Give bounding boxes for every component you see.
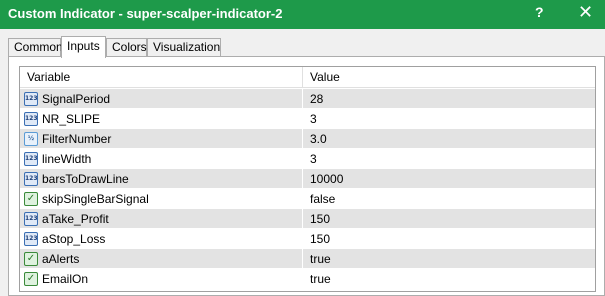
table-row[interactable]: 123 barsToDrawLine 10000 <box>20 169 595 189</box>
variable-value[interactable]: true <box>310 249 331 269</box>
variable-name: FilterNumber <box>42 132 112 146</box>
variable-name: lineWidth <box>42 152 92 166</box>
column-divider <box>302 169 303 189</box>
variable-value[interactable]: 150 <box>310 209 330 229</box>
dialog-body: Common Inputs Colors Visualization Varia… <box>0 29 605 296</box>
tab-visualization[interactable]: Visualization <box>147 38 221 57</box>
inputs-grid: Variable Value 123 SignalPeriod 28 123 NR_SL… <box>19 66 596 292</box>
variable-name: EmailOn <box>42 272 89 286</box>
variable-value[interactable]: 3.0 <box>310 129 327 149</box>
table-row[interactable]: ✓ skipSingleBarSignal false <box>20 189 595 209</box>
tab-inputs[interactable]: Inputs <box>61 36 106 58</box>
table-row[interactable]: ½ FilterNumber 3.0 <box>20 129 595 149</box>
table-row[interactable]: 123 aTake_Profit 150 <box>20 209 595 229</box>
bool-type-icon: ✓ <box>24 272 38 286</box>
int-type-icon: 123 <box>24 232 38 246</box>
variable-name: aAlerts <box>42 252 80 266</box>
variable-name: aTake_Profit <box>42 212 109 226</box>
variable-name: SignalPeriod <box>42 92 111 106</box>
table-row[interactable]: 123 lineWidth 3 <box>20 149 595 169</box>
variable-value[interactable]: 10000 <box>310 169 343 189</box>
variable-value[interactable]: false <box>310 189 335 209</box>
table-row[interactable]: 123 SignalPeriod 28 <box>20 89 595 109</box>
inputs-panel: Variable Value 123 SignalPeriod 28 123 NR_SL… <box>8 56 605 296</box>
table-row[interactable]: 123 aStop_Loss 150 <box>20 229 595 249</box>
variable-name: NR_SLIPE <box>42 112 101 126</box>
column-divider <box>302 189 303 209</box>
int-type-icon: 123 <box>24 112 38 126</box>
column-divider <box>302 249 303 269</box>
table-row[interactable]: 123 NR_SLIPE 3 <box>20 109 595 129</box>
variable-name: skipSingleBarSignal <box>42 192 149 206</box>
int-type-icon: 123 <box>24 212 38 226</box>
variable-name: barsToDrawLine <box>42 172 129 186</box>
variable-value[interactable]: true <box>310 269 331 289</box>
variable-name: aStop_Loss <box>42 232 106 246</box>
bool-type-icon: ✓ <box>24 252 38 266</box>
table-row[interactable]: ✓ aAlerts true <box>20 249 595 269</box>
header-variable[interactable]: Variable <box>27 67 70 88</box>
window-title: Custom Indicator - super-scalper-indicat… <box>8 6 283 21</box>
int-type-icon: 123 <box>24 172 38 186</box>
bool-type-icon: ✓ <box>24 192 38 206</box>
header-divider[interactable] <box>302 67 303 88</box>
close-button[interactable]: ✕ <box>578 2 593 23</box>
variable-value[interactable]: 3 <box>310 149 317 169</box>
int-type-icon: 123 <box>24 152 38 166</box>
column-divider <box>302 209 303 229</box>
column-divider <box>302 89 303 109</box>
grid-header: Variable Value <box>20 67 595 88</box>
header-value[interactable]: Value <box>310 67 340 88</box>
column-divider <box>302 149 303 169</box>
column-divider <box>302 229 303 249</box>
variable-value[interactable]: 150 <box>310 229 330 249</box>
table-row[interactable]: ✓ EmailOn true <box>20 269 595 289</box>
tab-colors[interactable]: Colors <box>106 38 147 57</box>
help-button[interactable]: ? <box>535 4 544 20</box>
column-divider <box>302 129 303 149</box>
variable-value[interactable]: 3 <box>310 109 317 129</box>
column-divider <box>302 269 303 289</box>
column-divider <box>302 109 303 129</box>
int-type-icon: 123 <box>24 92 38 106</box>
variable-value[interactable]: 28 <box>310 89 323 109</box>
title-bar: Custom Indicator - super-scalper-indicat… <box>0 0 605 29</box>
tab-common[interactable]: Common <box>8 38 63 57</box>
double-type-icon: ½ <box>24 132 38 146</box>
